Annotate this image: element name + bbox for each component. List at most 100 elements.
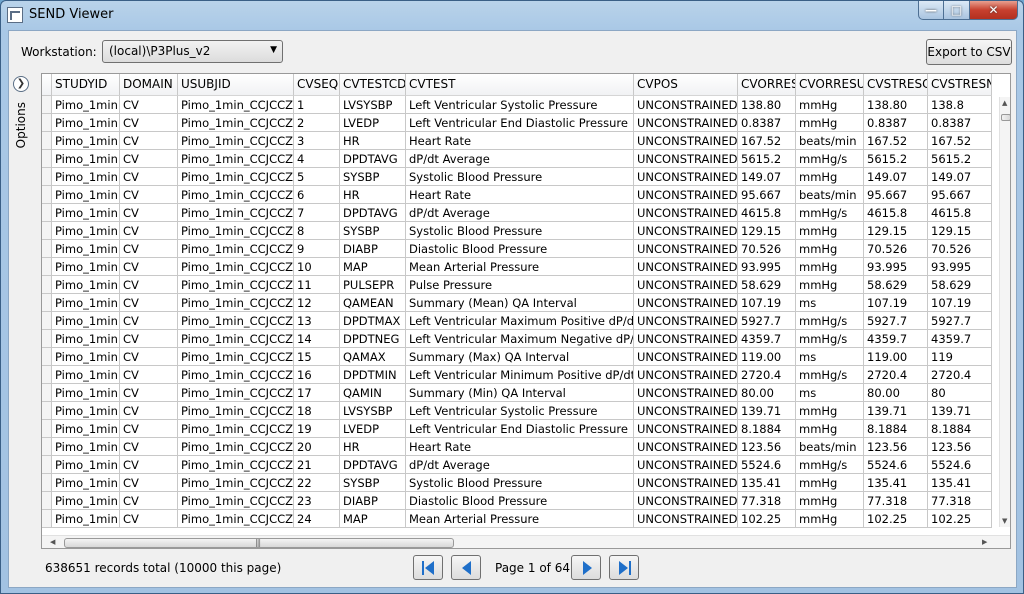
cell-cvstresc[interactable]: 149.07 <box>864 168 928 186</box>
cell-cvseq[interactable]: 7 <box>294 204 340 222</box>
table-row[interactable]: Pimo_1min CV Pimo_1min_CCJCCZ 5 SYSBP Systoli… <box>42 168 992 186</box>
cell-domain[interactable]: CV <box>120 168 178 186</box>
cell-cvtest[interactable]: Left Ventricular Systolic Pressure <box>406 402 634 420</box>
cell-cvtestcd[interactable]: SYSBP <box>340 222 406 240</box>
title-bar[interactable]: SEND Viewer — □ ✕ <box>1 1 1023 30</box>
cell-cvorresu[interactable]: mmHg/s <box>796 312 864 330</box>
cell-cvorres[interactable]: 4615.8 <box>738 204 796 222</box>
cell-cvtest[interactable]: dP/dt Average <box>406 204 634 222</box>
cell-domain[interactable]: CV <box>120 456 178 474</box>
cell-cvstresn[interactable]: 135.41 <box>928 474 992 492</box>
cell-cvtestcd[interactable]: DPDTAVG <box>340 456 406 474</box>
row-header[interactable] <box>42 510 52 528</box>
cell-cvseq[interactable]: 8 <box>294 222 340 240</box>
cell-cvstresn[interactable]: 107.19 <box>928 294 992 312</box>
cell-studyid[interactable]: Pimo_1min <box>52 366 120 384</box>
table-row[interactable]: Pimo_1min CV Pimo_1min_CCJCCZ 6 HR Heart Rate… <box>42 186 992 204</box>
cell-cvtest[interactable]: Left Ventricular Minimum Positive dP/dt <box>406 366 634 384</box>
cell-cvorres[interactable]: 80.00 <box>738 384 796 402</box>
cell-cvorres[interactable]: 123.56 <box>738 438 796 456</box>
cell-cvstresn[interactable]: 58.629 <box>928 276 992 294</box>
cell-cvpos[interactable]: UNCONSTRAINED <box>634 384 738 402</box>
column-header-cvtestcd[interactable]: CVTESTCD <box>340 74 406 96</box>
cell-domain[interactable]: CV <box>120 420 178 438</box>
cell-cvtestcd[interactable]: SYSBP <box>340 168 406 186</box>
cell-cvstresc[interactable]: 107.19 <box>864 294 928 312</box>
row-header[interactable] <box>42 222 52 240</box>
maximize-button[interactable]: □ <box>944 1 970 20</box>
cell-cvtest[interactable]: Systolic Blood Pressure <box>406 222 634 240</box>
cell-cvseq[interactable]: 15 <box>294 348 340 366</box>
cell-cvstresn[interactable]: 4615.8 <box>928 204 992 222</box>
row-header[interactable] <box>42 294 52 312</box>
row-header[interactable] <box>42 492 52 510</box>
cell-domain[interactable]: CV <box>120 312 178 330</box>
cell-domain[interactable]: CV <box>120 222 178 240</box>
cell-cvstresc[interactable]: 0.8387 <box>864 114 928 132</box>
cell-cvorresu[interactable]: ms <box>796 348 864 366</box>
cell-cvorres[interactable]: 58.629 <box>738 276 796 294</box>
cell-cvorresu[interactable]: mmHg/s <box>796 456 864 474</box>
cell-cvorresu[interactable]: mmHg <box>796 402 864 420</box>
cell-usubjid[interactable]: Pimo_1min_CCJCCZ <box>178 366 294 384</box>
first-page-button[interactable] <box>413 555 443 580</box>
cell-usubjid[interactable]: Pimo_1min_CCJCCZ <box>178 474 294 492</box>
row-header[interactable] <box>42 96 52 114</box>
cell-cvseq[interactable]: 22 <box>294 474 340 492</box>
cell-cvorresu[interactable]: mmHg <box>796 474 864 492</box>
close-button[interactable]: ✕ <box>970 1 1018 20</box>
cell-cvpos[interactable]: UNCONSTRAINED <box>634 186 738 204</box>
cell-cvpos[interactable]: UNCONSTRAINED <box>634 438 738 456</box>
table-row[interactable]: Pimo_1min CV Pimo_1min_CCJCCZ 1 LVSYSBP Left … <box>42 96 992 114</box>
cell-cvstresn[interactable]: 95.667 <box>928 186 992 204</box>
cell-cvtest[interactable]: dP/dt Average <box>406 456 634 474</box>
cell-cvorres[interactable]: 77.318 <box>738 492 796 510</box>
table-row[interactable]: Pimo_1min CV Pimo_1min_CCJCCZ 21 DPDTAVG dP/d… <box>42 456 992 474</box>
cell-studyid[interactable]: Pimo_1min <box>52 420 120 438</box>
cell-cvpos[interactable]: UNCONSTRAINED <box>634 204 738 222</box>
cell-domain[interactable]: CV <box>120 348 178 366</box>
cell-cvorres[interactable]: 5615.2 <box>738 150 796 168</box>
column-header-cvpos[interactable]: CVPOS <box>634 74 738 96</box>
cell-cvstresc[interactable]: 5927.7 <box>864 312 928 330</box>
column-header-domain[interactable]: DOMAIN <box>120 74 178 96</box>
cell-cvorresu[interactable]: mmHg <box>796 510 864 528</box>
cell-cvtestcd[interactable]: LVSYSBP <box>340 96 406 114</box>
cell-usubjid[interactable]: Pimo_1min_CCJCCZ <box>178 294 294 312</box>
cell-domain[interactable]: CV <box>120 330 178 348</box>
cell-cvstresn[interactable]: 119 <box>928 348 992 366</box>
column-header-studyid[interactable]: STUDYID <box>52 74 120 96</box>
cell-cvorres[interactable]: 93.995 <box>738 258 796 276</box>
cell-usubjid[interactable]: Pimo_1min_CCJCCZ <box>178 114 294 132</box>
cell-cvstresc[interactable]: 129.15 <box>864 222 928 240</box>
cell-cvorresu[interactable]: mmHg/s <box>796 330 864 348</box>
cell-studyid[interactable]: Pimo_1min <box>52 312 120 330</box>
cell-studyid[interactable]: Pimo_1min <box>52 330 120 348</box>
cell-cvstresc[interactable]: 70.526 <box>864 240 928 258</box>
cell-studyid[interactable]: Pimo_1min <box>52 132 120 150</box>
cell-studyid[interactable]: Pimo_1min <box>52 384 120 402</box>
cell-cvorres[interactable]: 167.52 <box>738 132 796 150</box>
cell-usubjid[interactable]: Pimo_1min_CCJCCZ <box>178 276 294 294</box>
cell-cvtest[interactable]: Left Ventricular End Diastolic Pressure <box>406 420 634 438</box>
cell-cvorresu[interactable]: ms <box>796 384 864 402</box>
column-header-cvstresc[interactable]: CVSTRESC <box>864 74 928 96</box>
cell-domain[interactable]: CV <box>120 384 178 402</box>
cell-cvstresn[interactable]: 2720.4 <box>928 366 992 384</box>
cell-cvorresu[interactable]: ms <box>796 294 864 312</box>
cell-cvseq[interactable]: 14 <box>294 330 340 348</box>
cell-cvseq[interactable]: 18 <box>294 402 340 420</box>
row-header[interactable] <box>42 456 52 474</box>
cell-cvorres[interactable]: 135.41 <box>738 474 796 492</box>
cell-cvtestcd[interactable]: MAP <box>340 258 406 276</box>
cell-cvpos[interactable]: UNCONSTRAINED <box>634 294 738 312</box>
cell-usubjid[interactable]: Pimo_1min_CCJCCZ <box>178 420 294 438</box>
scroll-down-icon[interactable]: ▼ <box>1002 517 1007 525</box>
cell-cvtestcd[interactable]: DPDTAVG <box>340 150 406 168</box>
row-header[interactable] <box>42 186 52 204</box>
cell-cvtest[interactable]: Diastolic Blood Pressure <box>406 492 634 510</box>
cell-cvstresc[interactable]: 77.318 <box>864 492 928 510</box>
cell-cvorresu[interactable]: mmHg/s <box>796 204 864 222</box>
cell-cvseq[interactable]: 24 <box>294 510 340 528</box>
cell-studyid[interactable]: Pimo_1min <box>52 276 120 294</box>
